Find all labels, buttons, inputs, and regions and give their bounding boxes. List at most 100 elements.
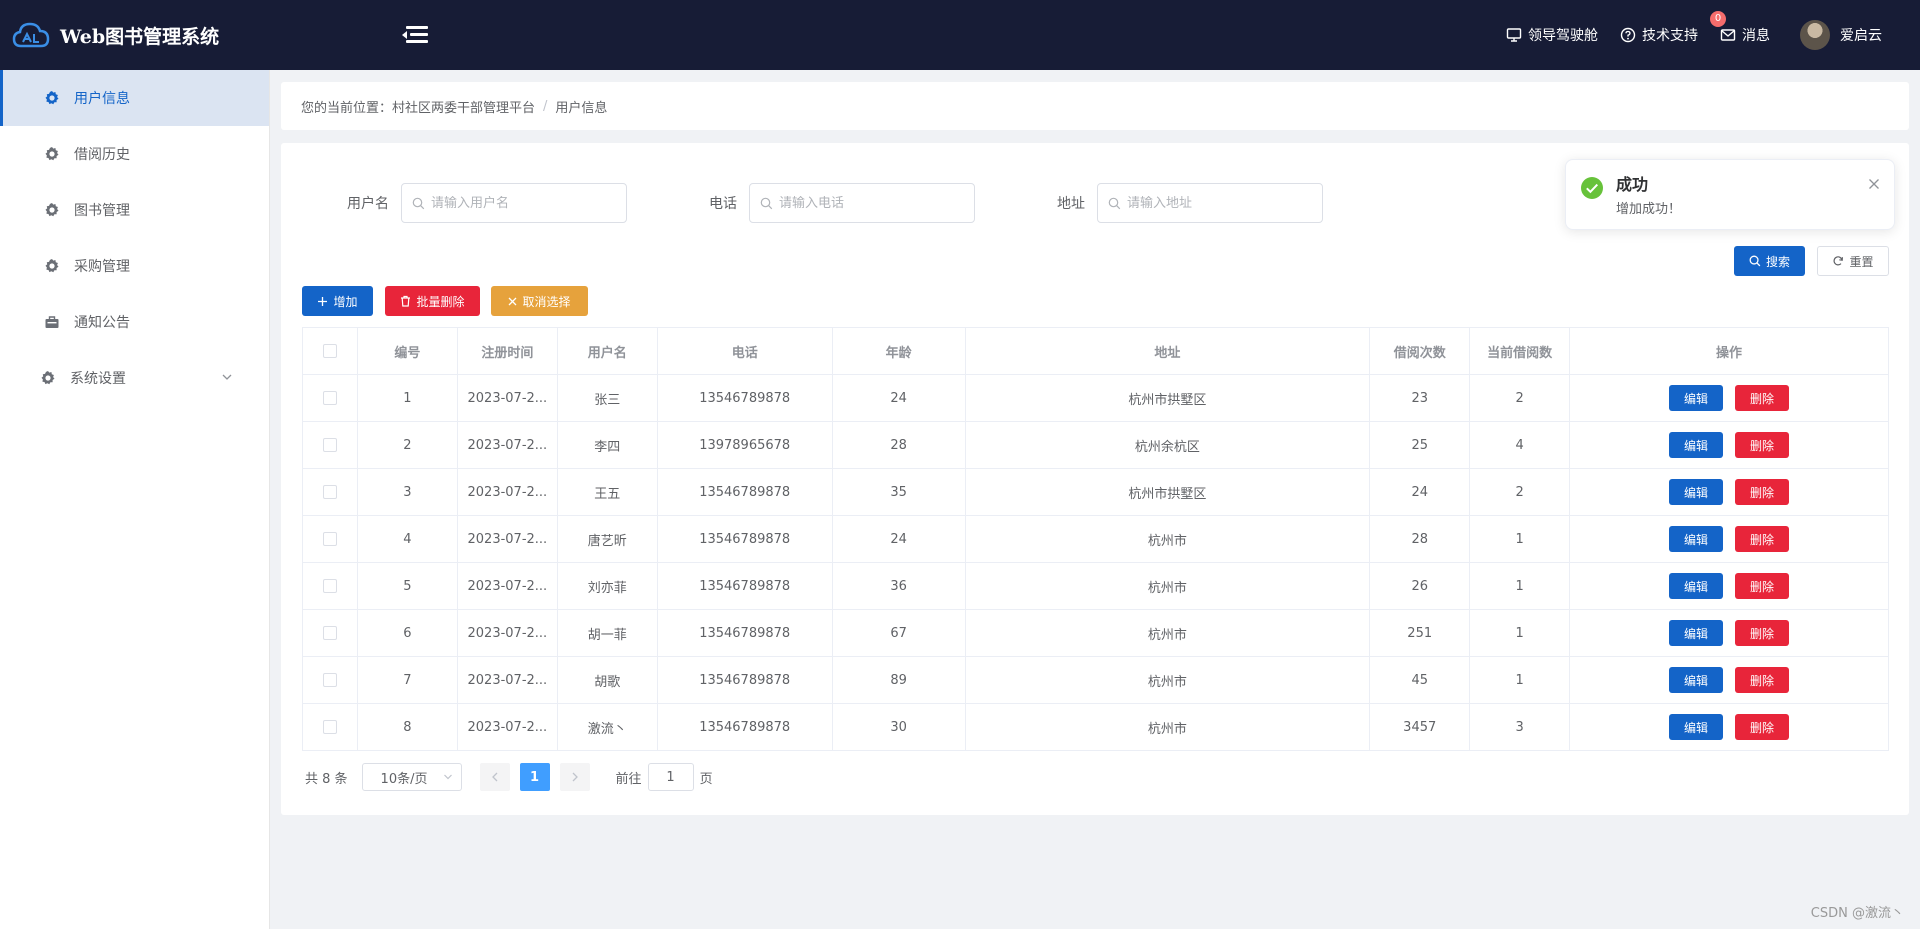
phone-cell: 13546789878 xyxy=(656,656,833,704)
address-input-wrapper xyxy=(1097,183,1323,223)
delete-button[interactable]: 删除 xyxy=(1735,479,1790,505)
delete-button[interactable]: 删除 xyxy=(1735,667,1790,693)
username-input-wrapper xyxy=(401,183,627,223)
delete-button[interactable]: 删除 xyxy=(1735,432,1790,458)
column-header[interactable]: 电话 xyxy=(656,327,833,375)
borrow-count-cell: 28 xyxy=(1369,515,1471,563)
row-checkbox[interactable] xyxy=(322,485,337,499)
next-page-button[interactable] xyxy=(559,763,590,791)
table-row: 3 2023-07-2... 王五 13546789878 35 杭州市拱墅区 … xyxy=(302,468,1889,516)
current-borrow-cell: 1 xyxy=(1469,656,1571,704)
app-logo[interactable]: Web图书管理系统 xyxy=(12,20,402,50)
actions-cell: 编辑 删除 xyxy=(1569,515,1889,563)
sidebar-item-purchase-management[interactable]: 采购管理 xyxy=(0,238,269,294)
support-link[interactable]: 技术支持 xyxy=(1620,25,1698,45)
top-header: Web图书管理系统 领导驾驶舱 技术支持 0 消息 爱启云 xyxy=(0,0,1920,70)
username-input[interactable] xyxy=(431,195,611,211)
avatar[interactable] xyxy=(1800,20,1830,50)
messages-link[interactable]: 0 消息 xyxy=(1710,11,1770,45)
column-header[interactable]: 当前借阅数 xyxy=(1469,327,1571,375)
id-cell: 7 xyxy=(356,656,458,704)
address-cell: 杭州市 xyxy=(964,703,1371,751)
add-button[interactable]: 增加 xyxy=(302,286,373,316)
delete-button[interactable]: 删除 xyxy=(1735,385,1790,411)
row-checkbox[interactable] xyxy=(322,673,337,687)
row-checkbox[interactable] xyxy=(322,579,337,593)
row-checkbox[interactable] xyxy=(322,532,337,546)
table-row: 1 2023-07-2... 张三 13546789878 24 杭州市拱墅区 … xyxy=(302,374,1889,422)
reset-button[interactable]: 重置 xyxy=(1817,246,1889,276)
select-all-checkbox[interactable] xyxy=(322,344,337,358)
phone-input[interactable] xyxy=(779,195,959,211)
column-header[interactable]: 注册时间 xyxy=(456,327,558,375)
search-button[interactable]: 搜索 xyxy=(1734,246,1805,276)
phone-label: 电话 xyxy=(709,196,737,212)
breadcrumb-prefix: 您的当前位置： xyxy=(301,100,393,116)
row-select-cell xyxy=(302,656,358,704)
address-input[interactable] xyxy=(1127,195,1307,211)
borrow-count-cell: 25 xyxy=(1369,421,1471,469)
reset-button-label: 重置 xyxy=(1849,254,1874,269)
edit-button[interactable]: 编辑 xyxy=(1669,432,1724,458)
prev-page-button[interactable] xyxy=(479,763,510,791)
sidebar-item-label: 用户信息 xyxy=(74,91,130,107)
edit-button[interactable]: 编辑 xyxy=(1669,479,1724,505)
edit-button[interactable]: 编辑 xyxy=(1669,573,1724,599)
sidebar-item-borrow-history[interactable]: 借阅历史 xyxy=(0,126,269,182)
edit-button[interactable]: 编辑 xyxy=(1669,526,1724,552)
dashboard-link[interactable]: 领导驾驶舱 xyxy=(1506,25,1598,45)
phone-cell: 13978965678 xyxy=(656,421,833,469)
cancel-selection-button[interactable]: 取消选择 xyxy=(491,286,588,316)
delete-button[interactable]: 删除 xyxy=(1735,526,1790,552)
row-checkbox[interactable] xyxy=(322,391,337,405)
borrow-count-cell: 24 xyxy=(1369,468,1471,516)
cancel-selection-button-label: 取消选择 xyxy=(522,294,571,309)
phone-cell: 13546789878 xyxy=(656,562,833,610)
briefcase-icon xyxy=(45,316,59,328)
id-cell: 4 xyxy=(356,515,458,563)
sidebar: 用户信息 借阅历史 图书管理 采购管理 通知公告 系统设置 xyxy=(0,70,270,929)
address-cell: 杭州市 xyxy=(964,609,1371,657)
page-size-value: 10条/页 xyxy=(380,771,428,787)
edit-button[interactable]: 编辑 xyxy=(1669,385,1724,411)
phone-cell: 13546789878 xyxy=(656,374,833,422)
edit-button[interactable]: 编辑 xyxy=(1669,620,1724,646)
address-cell: 杭州市 xyxy=(964,656,1371,704)
row-checkbox[interactable] xyxy=(322,438,337,452)
batch-delete-button[interactable]: 批量删除 xyxy=(385,286,480,316)
goto-page-input[interactable]: 1 xyxy=(647,763,694,791)
address-cell: 杭州市拱墅区 xyxy=(964,374,1371,422)
page-size-select[interactable]: 10条/页 xyxy=(361,763,462,791)
column-header[interactable]: 编号 xyxy=(356,327,458,375)
breadcrumb-separator: / xyxy=(543,98,548,114)
row-checkbox[interactable] xyxy=(322,720,337,734)
actions-cell: 编辑 删除 xyxy=(1569,374,1889,422)
id-cell: 5 xyxy=(356,562,458,610)
row-checkbox[interactable] xyxy=(322,626,337,640)
mail-icon xyxy=(1720,29,1736,41)
column-header[interactable]: 地址 xyxy=(964,327,1371,375)
delete-button[interactable]: 删除 xyxy=(1735,573,1790,599)
column-header[interactable]: 用户名 xyxy=(556,327,658,375)
pagination: 共 8 条 10条/页 1 前往 1 页 xyxy=(305,763,713,791)
edit-button[interactable]: 编辑 xyxy=(1669,667,1724,693)
delete-button[interactable]: 删除 xyxy=(1735,714,1790,740)
actions-cell: 编辑 删除 xyxy=(1569,468,1889,516)
edit-button[interactable]: 编辑 xyxy=(1669,714,1724,740)
sidebar-item-system-settings[interactable]: 系统设置 xyxy=(0,350,269,406)
support-label: 技术支持 xyxy=(1642,28,1698,44)
sidebar-item-book-management[interactable]: 图书管理 xyxy=(0,182,269,238)
page-number-1[interactable]: 1 xyxy=(519,763,550,791)
cloud-logo-icon xyxy=(12,22,50,48)
breadcrumb-parent[interactable]: 村社区两委干部管理平台 xyxy=(392,97,535,116)
user-name[interactable]: 爱启云 xyxy=(1840,25,1882,45)
column-header[interactable]: 年龄 xyxy=(831,327,966,375)
close-icon[interactable] xyxy=(1868,178,1880,190)
username-cell: 胡歌 xyxy=(556,656,658,704)
menu-toggle-icon[interactable] xyxy=(402,24,428,46)
row-select-cell xyxy=(302,609,358,657)
column-header[interactable]: 借阅次数 xyxy=(1369,327,1471,375)
sidebar-item-user-info[interactable]: 用户信息 xyxy=(0,70,269,126)
sidebar-item-notice[interactable]: 通知公告 xyxy=(0,294,269,350)
delete-button[interactable]: 删除 xyxy=(1735,620,1790,646)
